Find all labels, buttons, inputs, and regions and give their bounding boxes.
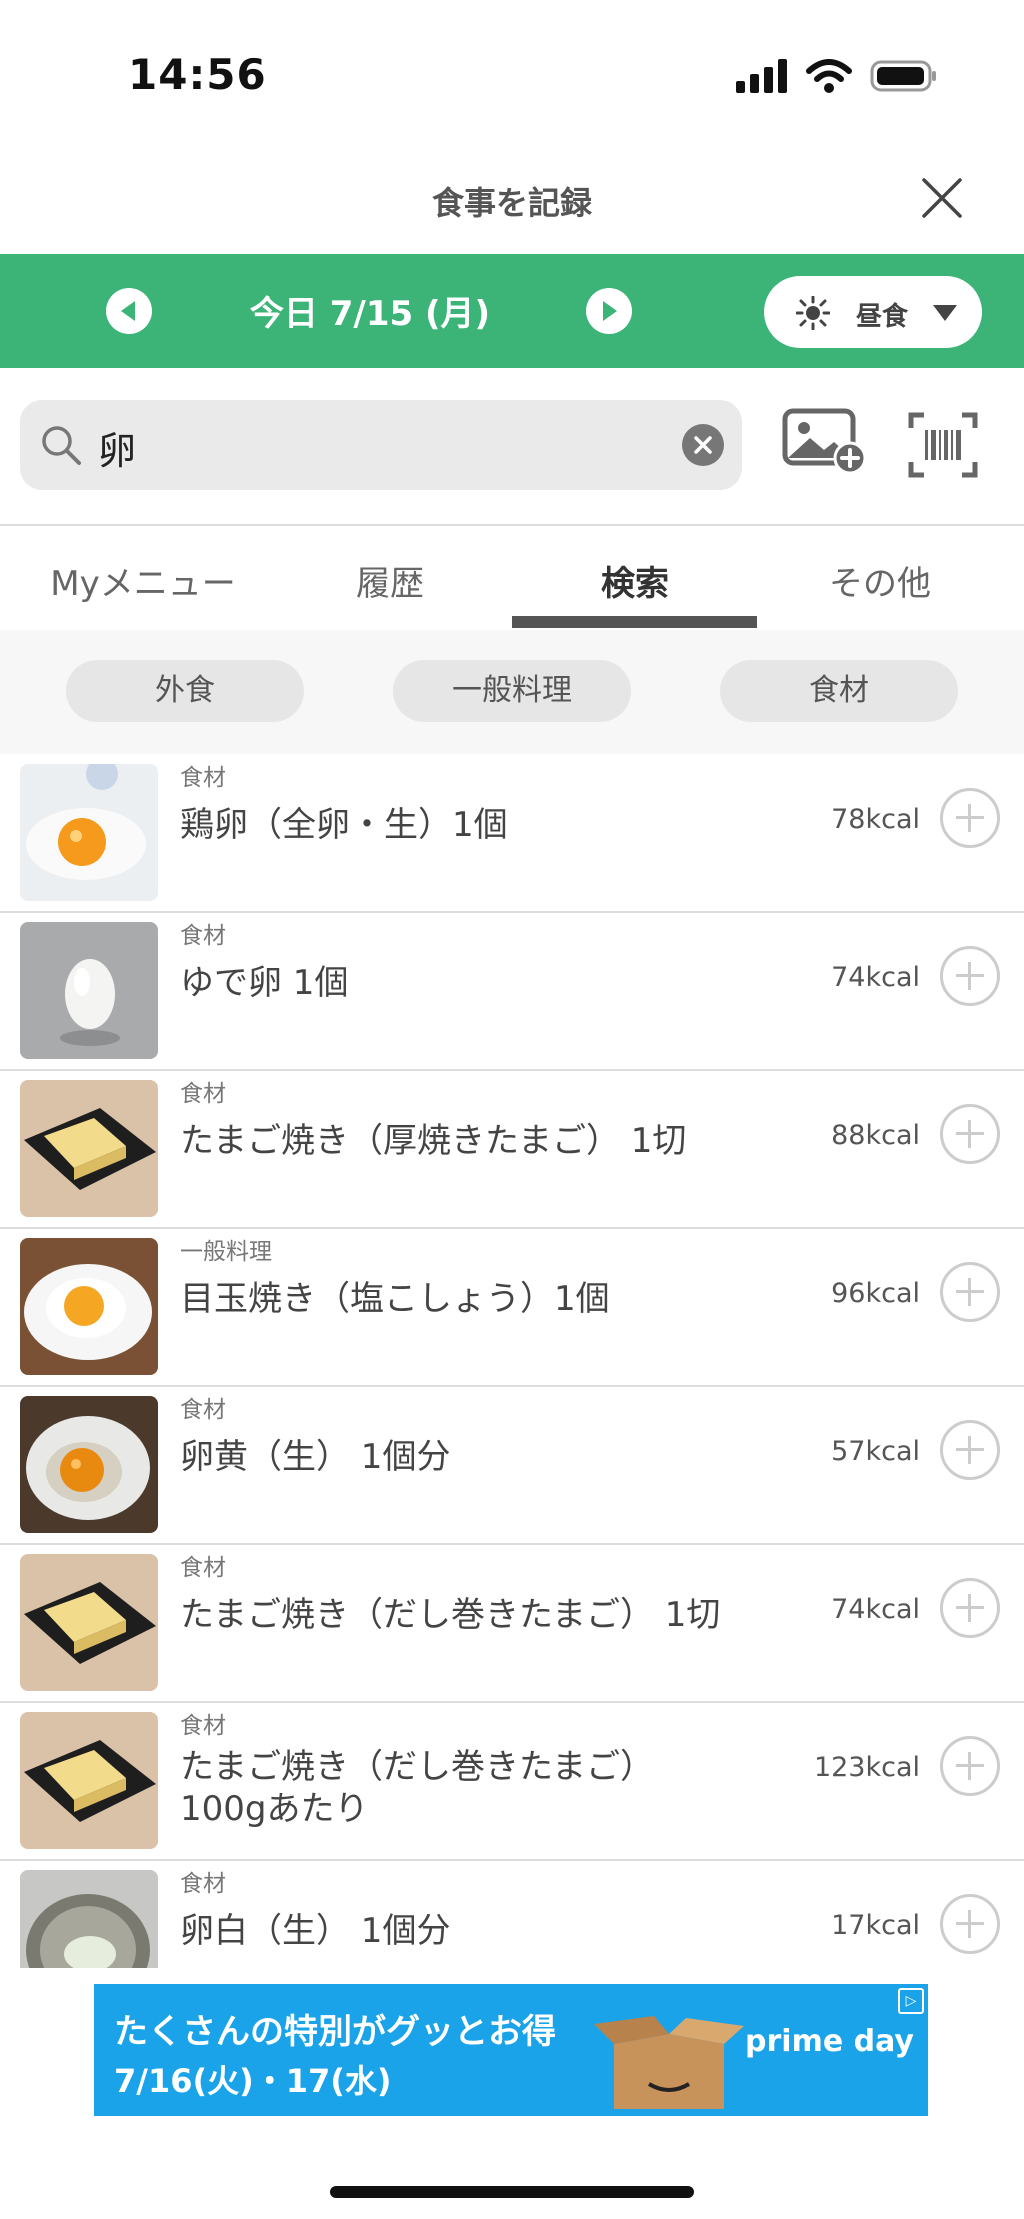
fried-egg-image (20, 1238, 158, 1375)
item-category: 食材 (180, 765, 226, 791)
list-item[interactable]: 食材 卵黄（生） 1個分 57kcal (0, 1386, 1024, 1545)
header: 食事を記録 (0, 150, 1024, 254)
list-item[interactable]: 食材 鶏卵（全卵・生）1個 78kcal (0, 754, 1024, 913)
egg-yolk-image (20, 1396, 158, 1533)
tab-my-menu[interactable]: Myメニュー (18, 556, 268, 605)
item-category: 食材 (180, 1713, 226, 1739)
status-time: 14:56 (128, 50, 267, 99)
add-item-button[interactable] (940, 1420, 1000, 1480)
home-indicator (330, 2186, 694, 2198)
search-value: 卵 (98, 429, 137, 473)
result-list: 食材 鶏卵（全卵・生）1個 78kcal 食材 ゆで卵 1個 74kcal 食材… (0, 754, 1024, 1968)
list-item[interactable]: 一般料理 目玉焼き（塩こしょう）1個 96kcal (0, 1228, 1024, 1387)
date-bar: 今日 7/15 (月) 昼食 (0, 254, 1024, 368)
item-kcal: 17kcal (831, 1910, 920, 1941)
chip-ingredient[interactable]: 食材 (720, 660, 958, 722)
item-kcal: 96kcal (831, 1278, 920, 1309)
caret-down-icon (933, 305, 957, 321)
boiled-egg-image (20, 922, 158, 1059)
tab-other[interactable]: その他 (755, 556, 1005, 605)
tamagoyaki-image (20, 1554, 158, 1691)
battery-icon (870, 60, 936, 92)
tab-search[interactable]: 検索 (510, 556, 760, 605)
tab-history[interactable]: 履歴 (265, 556, 515, 605)
list-item[interactable]: 食材 ゆで卵 1個 74kcal (0, 912, 1024, 1071)
clear-search-button[interactable] (682, 424, 724, 466)
filter-chips: 外食 一般料理 食材 (0, 630, 1024, 754)
chip-general-dish[interactable]: 一般料理 (393, 660, 631, 722)
meal-label: 昼食 (856, 302, 909, 332)
tamagoyaki-image (20, 1712, 158, 1849)
item-category: 食材 (180, 1555, 226, 1581)
item-name: 鶏卵（全卵・生）1個 (180, 805, 508, 845)
page-title: 食事を記録 (431, 184, 592, 222)
item-kcal: 88kcal (831, 1120, 920, 1151)
add-item-button[interactable] (940, 946, 1000, 1006)
wifi-icon (806, 59, 852, 93)
sun-icon (796, 296, 830, 330)
add-item-button[interactable] (940, 1104, 1000, 1164)
photo-add-icon[interactable] (782, 408, 868, 474)
item-name: 目玉焼き（塩こしょう）1個 (180, 1279, 610, 1319)
clear-icon (694, 436, 712, 454)
triangle-left-icon (121, 301, 135, 321)
ad-area: たくさんの特別がグッとお得 7/16(火)・17(水) prime day ▷ (0, 1968, 1024, 2219)
egg-white-image (20, 1870, 158, 1968)
ad-choices-icon[interactable]: ▷ (898, 1988, 924, 2014)
current-date[interactable]: 今日 7/15 (月) (160, 286, 580, 335)
next-day-button[interactable] (586, 288, 632, 334)
meal-selector[interactable]: 昼食 (764, 276, 982, 348)
status-bar: 14:56 (0, 0, 1024, 150)
search-row: 卵 (0, 368, 1024, 524)
item-name: たまご焼き（だし巻きたまご） 1切 (180, 1595, 721, 1635)
item-name: ゆで卵 1個 (180, 963, 349, 1003)
search-input[interactable]: 卵 (20, 400, 742, 490)
ad-dates: 7/16(火)・17(水) (114, 2062, 392, 2100)
add-item-button[interactable] (940, 1894, 1000, 1954)
item-category: 食材 (180, 1397, 226, 1423)
ad-brand: prime day (745, 2024, 914, 2059)
add-item-button[interactable] (940, 1578, 1000, 1638)
item-kcal: 123kcal (813, 1752, 920, 1783)
tab-bar: Myメニュー 履歴 検索 その他 (0, 524, 1024, 632)
add-item-button[interactable] (940, 788, 1000, 848)
item-category: 一般料理 (180, 1239, 272, 1265)
item-kcal: 57kcal (831, 1436, 920, 1467)
list-item[interactable]: 食材 たまご焼き（厚焼きたまご） 1切 88kcal (0, 1070, 1024, 1229)
item-category: 食材 (180, 923, 226, 949)
box-icon (594, 2016, 744, 2109)
active-tab-indicator (512, 616, 757, 628)
add-item-button[interactable] (940, 1262, 1000, 1322)
barcode-scan-icon[interactable] (908, 412, 978, 478)
item-name: 卵黄（生） 1個分 (180, 1437, 451, 1477)
close-icon[interactable] (918, 174, 966, 222)
item-category: 食材 (180, 1871, 226, 1897)
status-icons (736, 56, 938, 96)
item-category: 食材 (180, 1081, 226, 1107)
item-name: 卵白（生） 1個分 (180, 1911, 451, 1951)
ad-banner[interactable]: たくさんの特別がグッとお得 7/16(火)・17(水) prime day ▷ (94, 1984, 928, 2116)
list-item[interactable]: 食材 卵白（生） 1個分 17kcal (0, 1860, 1024, 1968)
list-item[interactable]: 食材 たまご焼き（だし巻きたまご） 1切 74kcal (0, 1544, 1024, 1703)
item-kcal: 74kcal (831, 962, 920, 993)
list-item[interactable]: 食材 たまご焼き（だし巻きたまご） 100gあたり 123kcal (0, 1702, 1024, 1861)
chip-eating-out[interactable]: 外食 (66, 660, 304, 722)
item-name-line1: たまご焼き（だし巻きたまご） (180, 1747, 654, 1787)
prev-day-button[interactable] (106, 288, 152, 334)
item-kcal: 78kcal (831, 804, 920, 835)
raw-egg-image (20, 764, 158, 901)
item-kcal: 74kcal (831, 1594, 920, 1625)
item-name: たまご焼き（だし巻きたまご） 100gあたり (180, 1746, 654, 1830)
add-item-button[interactable] (940, 1736, 1000, 1796)
search-icon (42, 426, 81, 465)
item-name-line2: 100gあたり (180, 1789, 369, 1829)
triangle-right-icon (603, 301, 617, 321)
item-name: たまご焼き（厚焼きたまご） 1切 (180, 1121, 687, 1161)
signal-icon (736, 59, 787, 93)
ad-headline: たくさんの特別がグッとお得 (114, 2012, 556, 2052)
tamagoyaki-image (20, 1080, 158, 1217)
